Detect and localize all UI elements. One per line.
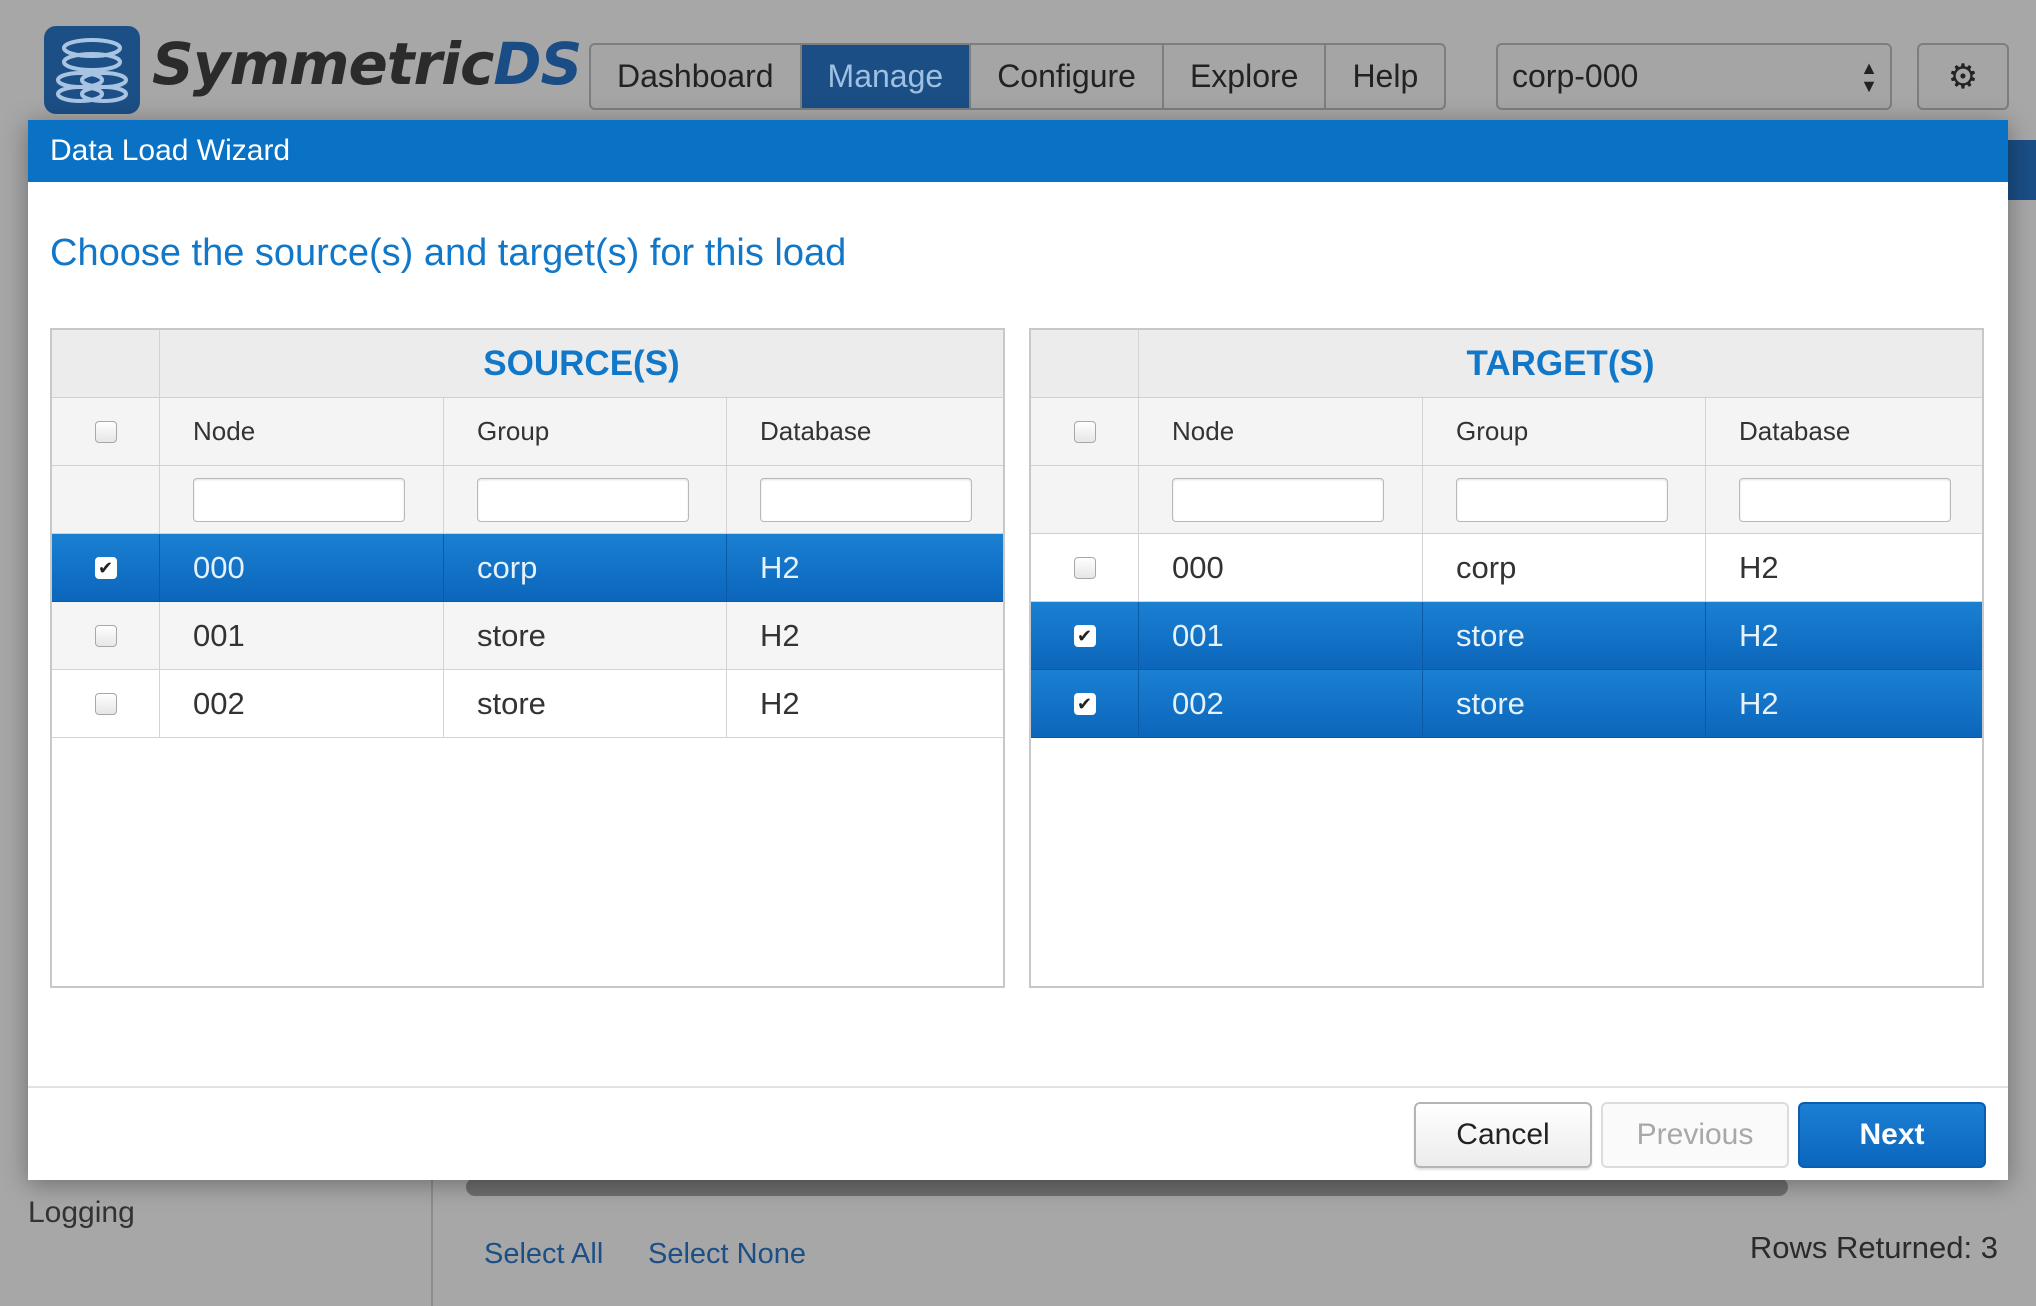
nav-configure[interactable]: Configure: [971, 45, 1164, 108]
wizard-step-heading: Choose the source(s) and target(s) for t…: [50, 232, 847, 274]
target-group-filter-input[interactable]: [1456, 477, 1668, 522]
brand-name: SymmetricDS: [152, 30, 582, 98]
source-node-filter-input[interactable]: [193, 477, 405, 522]
target-cell-group: store: [1423, 670, 1706, 737]
source-cell-node: 002: [160, 670, 444, 737]
rows-returned-label: Rows Returned: 3: [1749, 1230, 1998, 1265]
target-node-filter-input[interactable]: [1172, 477, 1384, 522]
source-grid-title-row: SOURCE(S): [52, 330, 1003, 398]
source-grid-title: SOURCE(S): [483, 343, 680, 383]
dialog-footer: Cancel Previous Next: [28, 1086, 2008, 1180]
next-button[interactable]: Next: [1798, 1102, 1986, 1168]
source-cell-node: 001: [160, 602, 444, 669]
source-row[interactable]: 001 store H2: [52, 602, 1003, 670]
source-grid: SOURCE(S) Node Group Database ✔ 000 corp…: [50, 328, 1005, 988]
target-database-filter-input[interactable]: [1739, 477, 1951, 522]
target-row-checkbox[interactable]: ✔: [1073, 692, 1096, 715]
nav-help[interactable]: Help: [1326, 45, 1444, 108]
target-row[interactable]: ✔ 002 store H2: [1031, 670, 1982, 738]
nav-manage[interactable]: Manage: [801, 45, 972, 108]
target-cell-group: corp: [1423, 534, 1706, 601]
target-filter-row: [1031, 466, 1982, 534]
source-row-checkbox[interactable]: [94, 624, 117, 647]
top-bar: SymmetricDS Dashboard Manage Configure E…: [0, 0, 2036, 120]
source-cell-database: H2: [760, 685, 800, 721]
nav-explore[interactable]: Explore: [1164, 45, 1327, 108]
main-nav: Dashboard Manage Configure Explore Help: [589, 43, 1447, 110]
source-col-group[interactable]: Group: [444, 398, 727, 465]
target-grid-title: TARGET(S): [1466, 343, 1655, 383]
source-filter-row: [52, 466, 1003, 534]
source-select-all-checkbox[interactable]: [94, 420, 117, 443]
previous-button[interactable]: Previous: [1601, 1102, 1789, 1168]
target-grid: TARGET(S) Node Group Database 000 corp H…: [1029, 328, 1984, 988]
target-row-checkbox[interactable]: ✔: [1073, 624, 1096, 647]
nav-dashboard[interactable]: Dashboard: [591, 45, 802, 108]
source-row[interactable]: 002 store H2: [52, 670, 1003, 738]
source-column-header-row: Node Group Database: [52, 398, 1003, 466]
target-cell-database: H2: [1739, 549, 1779, 585]
source-row[interactable]: ✔ 000 corp H2: [52, 534, 1003, 602]
source-col-node[interactable]: Node: [160, 398, 444, 465]
target-cell-group: store: [1423, 602, 1706, 669]
background-panel-edge: [2008, 140, 2036, 200]
source-group-filter-input[interactable]: [477, 477, 689, 522]
source-cell-group: store: [444, 670, 727, 737]
settings-button[interactable]: ⚙: [1917, 43, 2009, 110]
source-col-database[interactable]: Database: [727, 398, 1003, 465]
symmetricds-logo-icon: [44, 26, 140, 114]
select-all-link[interactable]: Select All: [484, 1238, 603, 1271]
source-cell-group: corp: [444, 534, 727, 601]
node-selector-value: corp-000: [1512, 58, 1639, 94]
select-arrows-icon: ▲ ▼: [1860, 58, 1878, 96]
target-cell-node: 000: [1139, 534, 1423, 601]
target-select-all-checkbox[interactable]: [1073, 420, 1096, 443]
target-cell-node: 002: [1139, 670, 1423, 737]
target-col-group[interactable]: Group: [1423, 398, 1706, 465]
select-none-link[interactable]: Select None: [648, 1238, 806, 1271]
source-cell-group: store: [444, 602, 727, 669]
data-load-wizard-dialog: Data Load Wizard Choose the source(s) an…: [28, 120, 2008, 1180]
source-row-checkbox[interactable]: ✔: [94, 556, 117, 579]
target-row-checkbox[interactable]: [1073, 556, 1096, 579]
target-cell-database: H2: [1739, 685, 1779, 721]
target-col-node[interactable]: Node: [1139, 398, 1423, 465]
target-column-header-row: Node Group Database: [1031, 398, 1982, 466]
target-cell-node: 001: [1139, 602, 1423, 669]
target-grid-title-row: TARGET(S): [1031, 330, 1982, 398]
node-selector[interactable]: corp-000 ▲ ▼: [1496, 43, 1892, 110]
target-row[interactable]: 000 corp H2: [1031, 534, 1982, 602]
source-cell-node: 000: [160, 534, 444, 601]
target-row[interactable]: ✔ 001 store H2: [1031, 602, 1982, 670]
dialog-title: Data Load Wizard: [50, 134, 291, 167]
target-col-database[interactable]: Database: [1706, 398, 1982, 465]
source-row-checkbox[interactable]: [94, 692, 117, 715]
source-cell-database: H2: [760, 549, 800, 585]
sidebar-item-logging[interactable]: Logging: [28, 1196, 135, 1230]
dialog-header[interactable]: Data Load Wizard: [28, 120, 2008, 182]
target-cell-database: H2: [1739, 617, 1779, 653]
cancel-button[interactable]: Cancel: [1414, 1102, 1592, 1168]
source-database-filter-input[interactable]: [760, 477, 972, 522]
source-cell-database: H2: [760, 617, 800, 653]
background-scrollbar[interactable]: [466, 1178, 1788, 1196]
gears-icon: ⚙: [1947, 57, 1979, 96]
